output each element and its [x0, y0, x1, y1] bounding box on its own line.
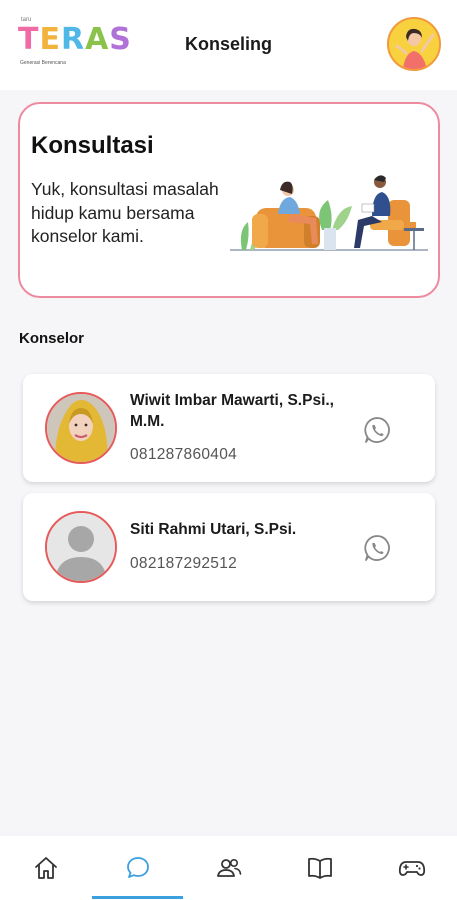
- counselor-name: Siti Rahmi Utari, S.Psi.: [130, 521, 297, 538]
- home-icon: [34, 857, 57, 879]
- nav-community[interactable]: [183, 836, 274, 900]
- whatsapp-icon[interactable]: [362, 533, 392, 563]
- counselor-phone: 082187292512: [130, 555, 238, 572]
- hijab-woman-avatar-icon: [47, 394, 115, 462]
- bottom-navigation: [0, 836, 457, 900]
- counselor-card[interactable]: Siti Rahmi Utari, S.Psi. 082187292512: [23, 493, 435, 601]
- gamepad-icon: [398, 861, 425, 876]
- banner-description: Yuk, konsultasi masalah hidup kamu bersa…: [31, 179, 219, 246]
- default-user-icon: [47, 513, 115, 581]
- book-icon: [307, 857, 332, 879]
- chat-bubble-icon: [126, 857, 149, 878]
- nav-games[interactable]: [366, 836, 457, 900]
- logo-subtitle: Generasi Berencana: [20, 60, 66, 66]
- app-header: taru TERAS Generasi Berencana Konseling: [0, 0, 457, 90]
- counselor-avatar: [45, 392, 117, 464]
- counselor-phone: 081287860404: [130, 446, 238, 463]
- counselor-section-title: Konselor: [19, 330, 85, 347]
- nav-library[interactable]: [274, 836, 365, 900]
- users-icon: [216, 859, 241, 877]
- consultation-banner[interactable]: Konsultasi Yuk, konsultasi masalah hidup…: [18, 102, 440, 298]
- counselor-card[interactable]: Wiwit Imbar Mawarti, S.Psi., M.M. 081287…: [23, 374, 435, 482]
- counseling-illustration: [230, 175, 428, 251]
- nav-konseling[interactable]: [92, 836, 183, 900]
- nav-home[interactable]: [0, 836, 91, 900]
- profile-avatar[interactable]: [387, 17, 441, 71]
- counselor-avatar: [45, 511, 117, 583]
- user-cartoon-icon: [395, 28, 435, 69]
- banner-title: Konsultasi: [31, 132, 154, 159]
- counselor-name: Wiwit Imbar Mawarti, S.Psi., M.M.: [130, 392, 334, 430]
- active-tab-indicator: [92, 896, 183, 899]
- whatsapp-icon[interactable]: [362, 415, 392, 445]
